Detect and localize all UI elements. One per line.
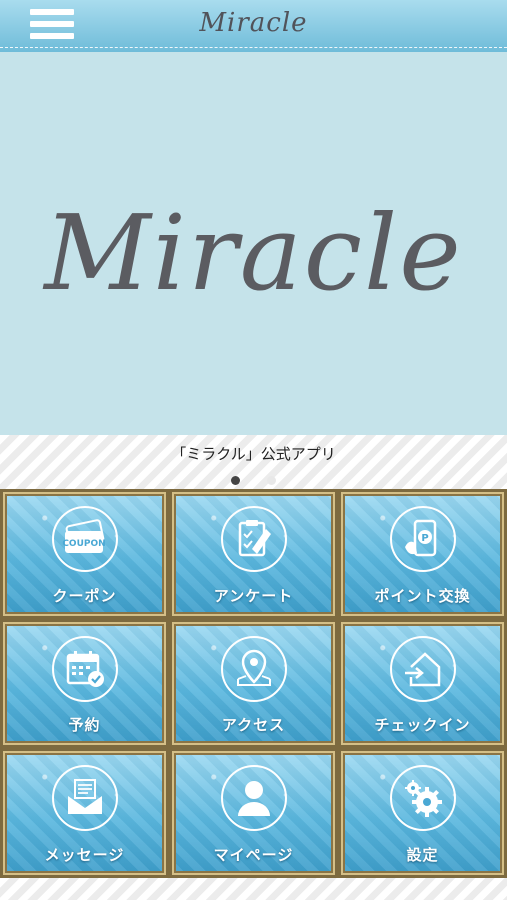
menu-tile-message[interactable]: メッセージ bbox=[3, 751, 166, 875]
menu-tile-coupon[interactable]: COUPON クーポン bbox=[3, 492, 166, 616]
menu-tile-reservation[interactable]: 予約 bbox=[3, 621, 166, 746]
menu-label: アクセス bbox=[221, 716, 286, 735]
svg-text:P: P bbox=[421, 533, 428, 544]
menu-label: マイページ bbox=[213, 846, 294, 864]
banner-caption: 「ミラクル」公式アプリ bbox=[0, 435, 507, 489]
menu-label: 設定 bbox=[406, 846, 439, 864]
bottom-strip bbox=[0, 878, 507, 900]
hero-logo: Miracle bbox=[44, 192, 463, 314]
gear-icon bbox=[389, 765, 456, 832]
menu-label: クーポン bbox=[52, 586, 117, 605]
menu-tile-survey[interactable]: アンケート bbox=[172, 492, 335, 616]
menu-tile-mypage[interactable]: マイページ bbox=[172, 751, 335, 875]
hero-banner[interactable]: Miracle bbox=[0, 52, 507, 435]
carousel-dot-1[interactable] bbox=[230, 476, 240, 485]
menu-label: ポイント交換 bbox=[374, 586, 471, 605]
caption-text: 「ミラクル」公式アプリ bbox=[171, 445, 336, 463]
svg-text:COUPON: COUPON bbox=[62, 539, 105, 549]
menu-tile-point-exchange[interactable]: P ポイント交換 bbox=[341, 492, 504, 616]
clipboard-icon bbox=[220, 506, 287, 572]
menu-grid: COUPON クーポン アンケート P ポイント交換 予約 アクセス チェックイ… bbox=[0, 489, 507, 878]
menu-tile-check-in[interactable]: チェックイン bbox=[341, 621, 504, 746]
menu-label: メッセージ bbox=[44, 846, 125, 864]
calendar-check-icon bbox=[51, 635, 118, 702]
menu-tile-access[interactable]: アクセス bbox=[172, 621, 335, 746]
app-header: Miracle bbox=[0, 0, 507, 52]
point-phone-icon: P bbox=[389, 506, 456, 572]
menu-label: アンケート bbox=[213, 586, 294, 605]
menu-label: チェックイン bbox=[374, 716, 471, 735]
carousel-indicator bbox=[0, 470, 507, 489]
menu-tile-settings[interactable]: 設定 bbox=[341, 751, 504, 875]
header-logo: Miracle bbox=[199, 8, 308, 38]
menu-label: 予約 bbox=[68, 716, 101, 735]
coupon-icon: COUPON bbox=[51, 506, 118, 572]
message-envelope-icon bbox=[51, 765, 118, 832]
map-pin-icon bbox=[220, 635, 287, 702]
check-in-icon bbox=[389, 635, 456, 702]
carousel-dot-2[interactable] bbox=[267, 476, 277, 485]
user-icon bbox=[220, 765, 287, 832]
